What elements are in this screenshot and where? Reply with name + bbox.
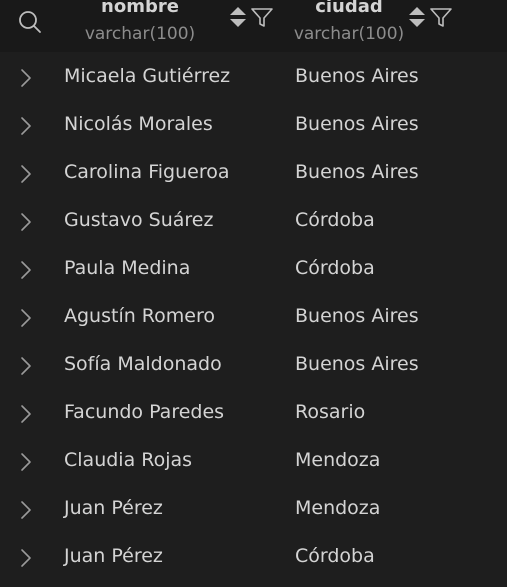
table-row[interactable]: Gustavo Suárez Córdoba xyxy=(0,198,507,246)
column-type: varchar(100) xyxy=(293,24,405,44)
table-row[interactable]: Sofía Maldonado Buenos Aires xyxy=(0,342,507,390)
table-row[interactable]: Paula Medina Córdoba xyxy=(0,246,507,294)
cell-ciudad: Córdoba xyxy=(295,545,375,567)
cell-ciudad: Córdoba xyxy=(295,209,375,231)
chevron-right-icon[interactable] xyxy=(20,260,32,280)
cell-ciudad: Córdoba xyxy=(295,257,375,279)
cell-nombre: Claudia Rojas xyxy=(64,449,193,471)
grid-header: nombre varchar(100) ciudad varchar(100) xyxy=(0,0,507,52)
cell-ciudad: Mendoza xyxy=(295,449,381,471)
cell-ciudad: Buenos Aires xyxy=(295,161,419,183)
cell-ciudad: Rosario xyxy=(295,401,366,423)
cell-ciudad: Buenos Aires xyxy=(295,305,419,327)
chevron-right-icon[interactable] xyxy=(20,404,32,424)
chevron-right-icon[interactable] xyxy=(20,548,32,568)
table-row[interactable]: Claudia Rojas Mendoza xyxy=(0,438,507,486)
table-row[interactable]: Facundo Paredes Rosario xyxy=(0,390,507,438)
cell-ciudad: Buenos Aires xyxy=(295,65,419,87)
column-header-ciudad[interactable]: ciudad varchar(100) xyxy=(274,0,494,52)
table-row[interactable]: Micaela Gutiérrez Buenos Aires xyxy=(0,54,507,102)
data-grid: nombre varchar(100) ciudad varchar(100) … xyxy=(0,0,507,587)
cell-ciudad: Buenos Aires xyxy=(295,113,419,135)
grid-rows: Micaela Gutiérrez Buenos Aires Nicolás Mor… xyxy=(0,54,507,582)
cell-ciudad: Mendoza xyxy=(295,497,381,519)
chevron-right-icon[interactable] xyxy=(20,452,32,472)
chevron-right-icon[interactable] xyxy=(20,356,32,376)
cell-nombre: Micaela Gutiérrez xyxy=(64,65,231,87)
cell-nombre: Gustavo Suárez xyxy=(64,209,214,231)
cell-nombre: Sofía Maldonado xyxy=(64,353,222,375)
chevron-right-icon[interactable] xyxy=(20,212,32,232)
column-header-nombre[interactable]: nombre varchar(100) xyxy=(65,0,285,52)
chevron-right-icon[interactable] xyxy=(20,164,32,184)
cell-nombre: Juan Pérez xyxy=(64,545,163,567)
cell-nombre: Paula Medina xyxy=(64,257,191,279)
chevron-right-icon[interactable] xyxy=(20,116,32,136)
cell-ciudad: Buenos Aires xyxy=(295,353,419,375)
sort-icon[interactable] xyxy=(408,6,426,28)
cell-nombre: Agustín Romero xyxy=(64,305,215,327)
column-type: varchar(100) xyxy=(84,24,196,44)
table-row[interactable]: Agustín Romero Buenos Aires xyxy=(0,294,507,342)
search-icon[interactable] xyxy=(18,10,42,34)
cell-nombre: Facundo Paredes xyxy=(64,401,225,423)
cell-nombre: Carolina Figueroa xyxy=(64,161,230,183)
chevron-right-icon[interactable] xyxy=(20,308,32,328)
column-name: ciudad xyxy=(315,0,383,17)
sort-icon[interactable] xyxy=(229,6,247,28)
cell-nombre: Juan Pérez xyxy=(64,497,163,519)
table-row[interactable]: Juan Pérez Mendoza xyxy=(0,486,507,534)
cell-nombre: Nicolás Morales xyxy=(64,113,213,135)
filter-icon[interactable] xyxy=(251,8,273,28)
table-row[interactable]: Nicolás Morales Buenos Aires xyxy=(0,102,507,150)
chevron-right-icon[interactable] xyxy=(20,68,32,88)
filter-icon[interactable] xyxy=(430,8,452,28)
chevron-right-icon[interactable] xyxy=(20,500,32,520)
table-row[interactable]: Carolina Figueroa Buenos Aires xyxy=(0,150,507,198)
table-row[interactable]: Juan Pérez Córdoba xyxy=(0,534,507,582)
column-name: nombre xyxy=(101,0,179,17)
